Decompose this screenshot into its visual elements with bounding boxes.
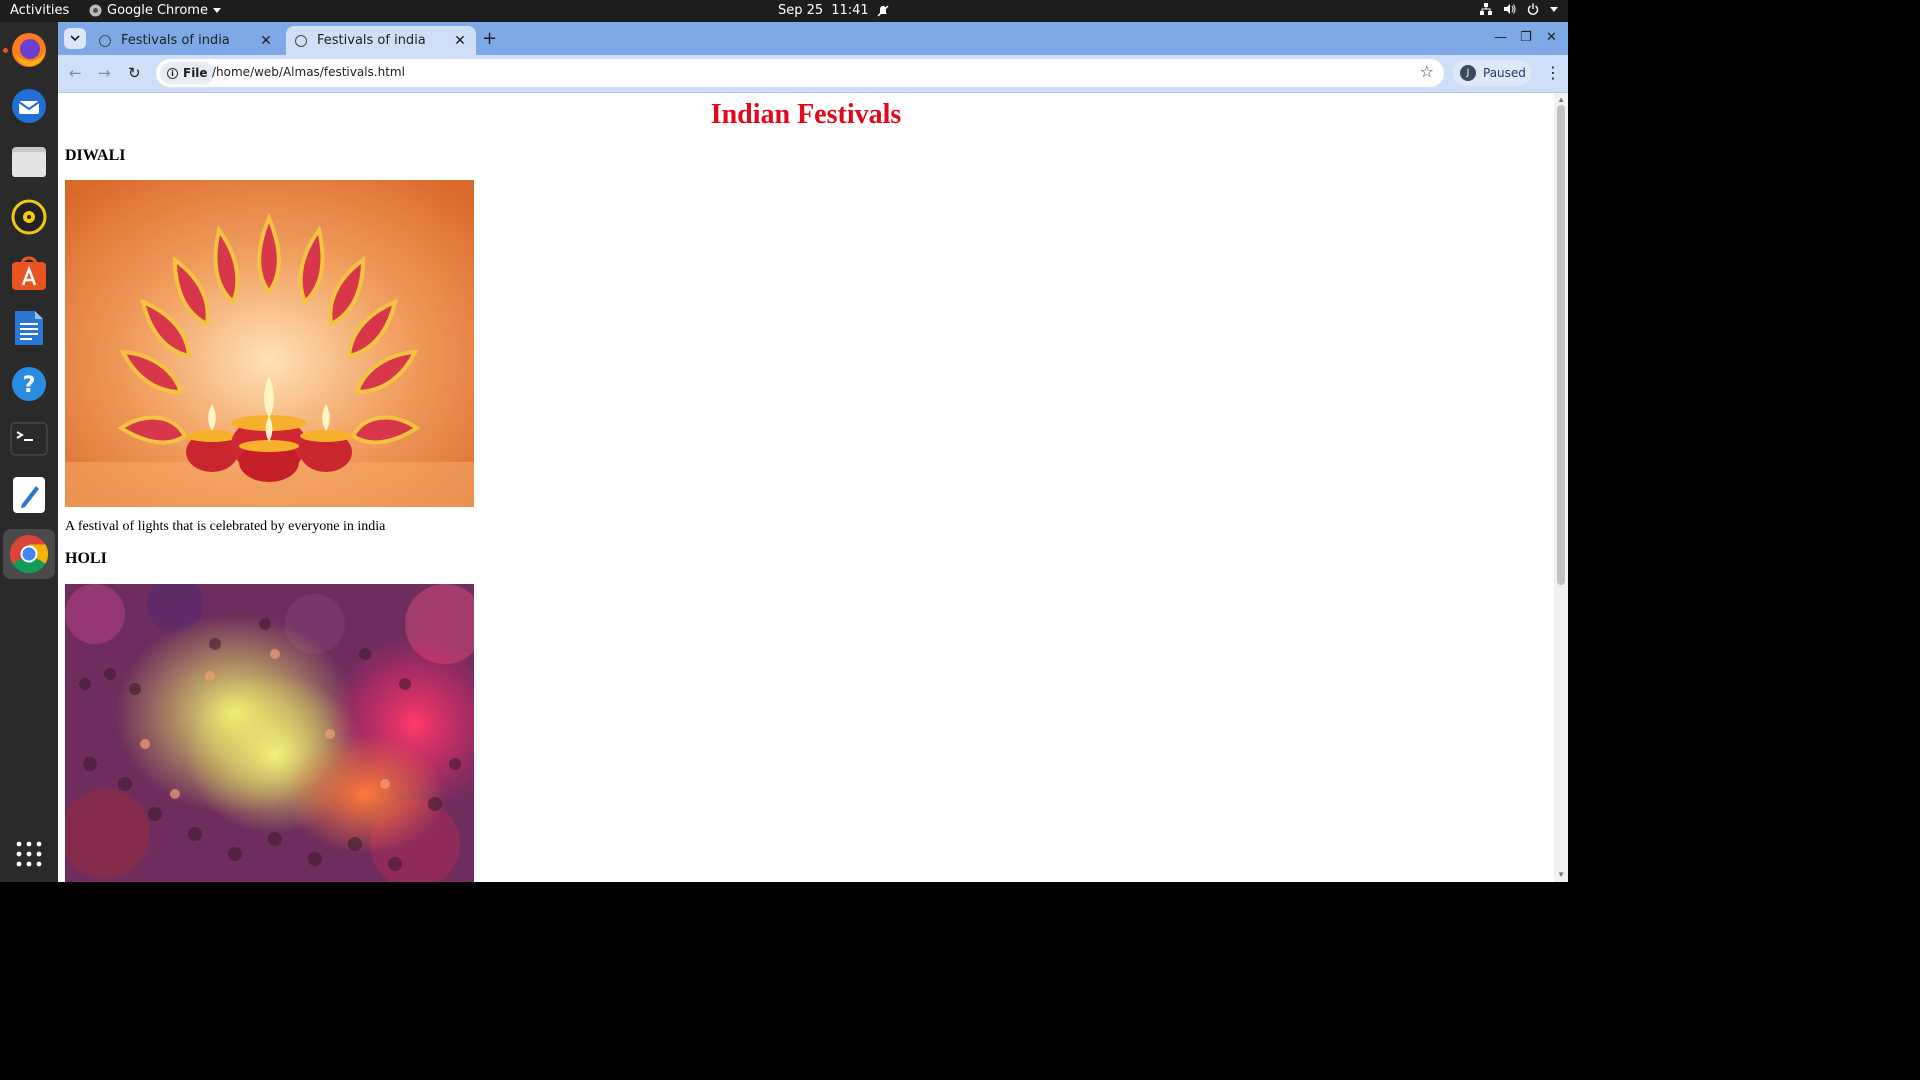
tab-festivals-2[interactable]: Festivals of india ✕ [286,26,476,55]
close-window-icon[interactable]: ✕ [1546,30,1557,45]
bookmark-star-icon[interactable]: ☆ [1420,62,1434,81]
close-tab-icon[interactable]: ✕ [452,33,468,49]
festival-description-diwali: A festival of lights that is celebrated … [65,519,386,534]
festival-heading-holi: HOLI [65,550,107,567]
chevron-down-icon [212,8,221,13]
scrollbar-thumb[interactable] [1557,105,1565,585]
browser-toolbar: ← → ↻ i File /home/web/Almas/festivals.h… [58,55,1568,93]
diwali-image [65,180,474,507]
svg-text:?: ? [23,373,36,398]
scroll-down-icon[interactable]: ▼ [1557,870,1565,879]
thunderbird-icon[interactable] [9,86,49,126]
new-tab-button[interactable]: + [482,28,497,49]
power-icon [1527,3,1539,15]
files-icon[interactable] [9,141,49,181]
tab-festivals-1[interactable]: Festivals of india ✕ [90,26,282,55]
site-info-label: File [183,66,208,80]
vertical-scrollbar[interactable]: ▲ ▼ [1554,93,1568,882]
dock: ? [0,22,58,882]
globe-icon [99,34,111,47]
notifications-off-icon [877,5,889,16]
firefox-icon[interactable] [9,30,49,70]
system-top-bar: Activities Google Chrome Sep 25 11:41 [0,0,1568,22]
activities-button[interactable]: Activities [10,3,69,18]
profile-button[interactable]: J Paused [1453,60,1531,86]
browser-window: Festivals of india ✕ Festivals of india … [58,22,1568,882]
terminal-icon[interactable] [9,419,49,459]
clock-date: Sep 25 [778,3,824,18]
tab-search-button[interactable] [64,28,86,49]
help-icon[interactable]: ? [9,364,49,404]
scroll-up-icon[interactable]: ▲ [1557,95,1565,104]
chevron-down-icon [70,35,80,42]
url-text[interactable]: /home/web/Almas/festivals.html [212,65,405,79]
app-menu[interactable]: Google Chrome [89,3,221,18]
tab-title: Festivals of india [317,33,426,48]
minimize-icon[interactable]: — [1494,30,1507,45]
chrome-icon[interactable] [3,529,55,579]
page-title: Indian Festivals [710,99,902,130]
back-button[interactable]: ← [69,64,82,82]
app-menu-label: Google Chrome [107,3,208,18]
holi-image [65,584,474,882]
profile-status: Paused [1483,66,1526,80]
text-editor-icon[interactable] [9,475,49,515]
app-center-icon[interactable] [9,253,49,293]
writer-icon[interactable] [9,308,49,348]
clock[interactable]: Sep 25 11:41 [778,3,889,18]
system-tray[interactable] [1480,3,1558,15]
network-icon [1480,3,1492,15]
rhythmbox-icon[interactable] [9,197,49,237]
reload-button[interactable]: ↻ [128,64,141,82]
restore-icon[interactable]: ❐ [1520,30,1532,45]
tab-strip: Festivals of india ✕ Festivals of india … [58,22,1568,55]
forward-button[interactable]: → [98,64,111,82]
festival-heading-diwali: DIWALI [65,147,126,164]
clock-time: 11:41 [831,3,869,18]
avatar: J [1460,65,1476,81]
volume-icon [1504,4,1516,14]
more-menu-icon[interactable]: ⋮ [1545,63,1561,82]
show-apps-icon[interactable] [9,834,49,874]
chrome-small-icon [89,4,102,17]
close-tab-icon[interactable]: ✕ [258,33,274,49]
page-viewport: Indian Festivals DIWALI A festival of li… [58,93,1568,882]
site-info-chip[interactable]: i File [160,62,215,84]
address-bar[interactable]: i File /home/web/Almas/festivals.html ☆ [156,59,1444,87]
tab-title: Festivals of india [121,33,230,48]
chevron-down-icon [1550,6,1558,12]
running-indicator [3,48,8,53]
info-icon: i [167,67,178,79]
globe-icon [295,34,307,47]
